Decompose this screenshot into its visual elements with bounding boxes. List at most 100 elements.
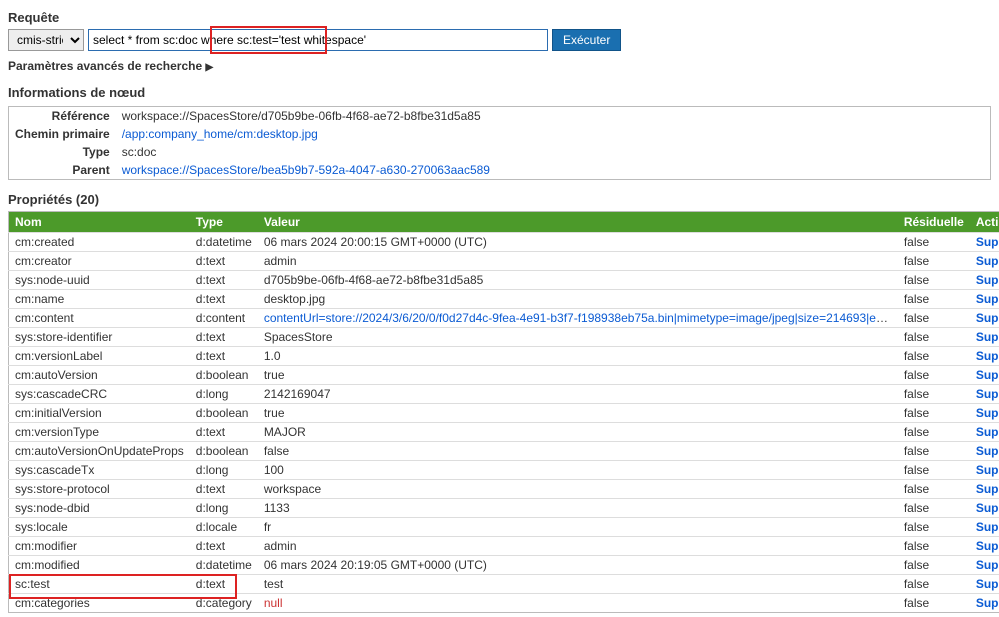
- table-row: sys:node-uuidd:textd705b9be-06fb-4f68-ae…: [9, 271, 999, 290]
- prop-action: Supprimer: [970, 347, 999, 366]
- prop-type: d:text: [190, 347, 258, 366]
- prop-residual: false: [898, 461, 970, 480]
- table-row: sc:testd:texttestfalseSupprimer: [9, 575, 999, 594]
- delete-link[interactable]: Supprimer: [976, 292, 999, 306]
- prop-action: Supprimer: [970, 499, 999, 518]
- prop-residual: false: [898, 499, 970, 518]
- col-value: Valeur: [258, 212, 898, 233]
- table-row: cm:modifierd:textadminfalseSupprimer: [9, 537, 999, 556]
- table-row: cm:versionLabeld:text1.0falseSupprimer: [9, 347, 999, 366]
- delete-link[interactable]: Supprimer: [976, 330, 999, 344]
- delete-link[interactable]: Supprimer: [976, 368, 999, 382]
- prop-name: cm:created: [9, 233, 190, 252]
- query-row: cmis-strict Exécuter: [8, 29, 991, 51]
- properties-header-row: Nom Type Valeur Résiduelle Actions: [9, 212, 999, 233]
- table-row: sys:cascadeCRCd:long2142169047falseSuppr…: [9, 385, 999, 404]
- prop-value: 06 mars 2024 20:00:15 GMT+0000 (UTC): [258, 233, 898, 252]
- delete-link[interactable]: Supprimer: [976, 444, 999, 458]
- prop-type: d:boolean: [190, 366, 258, 385]
- node-parent-link[interactable]: workspace://SpacesStore/bea5b9b7-592a-40…: [122, 163, 490, 177]
- delete-link[interactable]: Supprimer: [976, 387, 999, 401]
- prop-name: cm:initialVersion: [9, 404, 190, 423]
- prop-residual: false: [898, 271, 970, 290]
- prop-name: cm:modified: [9, 556, 190, 575]
- table-row: cm:autoVersiond:booleantruefalseSupprime…: [9, 366, 999, 385]
- delete-link[interactable]: Supprimer: [976, 406, 999, 420]
- delete-link[interactable]: Supprimer: [976, 558, 999, 572]
- prop-residual: false: [898, 594, 970, 613]
- prop-name: cm:versionType: [9, 423, 190, 442]
- prop-action: Supprimer: [970, 404, 999, 423]
- prop-residual: false: [898, 423, 970, 442]
- delete-link[interactable]: Supprimer: [976, 539, 999, 553]
- prop-value: admin: [258, 537, 898, 556]
- prop-type: d:long: [190, 499, 258, 518]
- prop-action: Supprimer: [970, 328, 999, 347]
- table-row: cm:modifiedd:datetime06 mars 2024 20:19:…: [9, 556, 999, 575]
- prop-name: sys:cascadeTx: [9, 461, 190, 480]
- prop-residual: false: [898, 309, 970, 328]
- advanced-search-label: Paramètres avancés de recherche: [8, 59, 202, 73]
- prop-residual: false: [898, 518, 970, 537]
- query-input[interactable]: [88, 29, 548, 51]
- chevron-right-icon: ▶: [205, 62, 213, 73]
- execute-button[interactable]: Exécuter: [552, 29, 621, 51]
- prop-residual: false: [898, 366, 970, 385]
- properties-title: Propriétés (20): [8, 192, 991, 207]
- table-row: cm:autoVersionOnUpdatePropsd:booleanfals…: [9, 442, 999, 461]
- prop-name: cm:creator: [9, 252, 190, 271]
- col-type: Type: [190, 212, 258, 233]
- delete-link[interactable]: Supprimer: [976, 235, 999, 249]
- prop-type: d:long: [190, 461, 258, 480]
- table-row: cm:initialVersiond:booleantruefalseSuppr…: [9, 404, 999, 423]
- prop-name: sys:store-protocol: [9, 480, 190, 499]
- prop-name: sc:test: [9, 575, 190, 594]
- prop-action: Supprimer: [970, 556, 999, 575]
- node-path-label: Chemin primaire: [9, 125, 116, 143]
- advanced-search-toggle[interactable]: Paramètres avancés de recherche ▶: [8, 59, 991, 73]
- prop-value: 1133: [258, 499, 898, 518]
- delete-link[interactable]: Supprimer: [976, 596, 999, 610]
- delete-link[interactable]: Supprimer: [976, 311, 999, 325]
- prop-type: d:content: [190, 309, 258, 328]
- delete-link[interactable]: Supprimer: [976, 463, 999, 477]
- prop-type: d:datetime: [190, 556, 258, 575]
- prop-value: fr: [258, 518, 898, 537]
- prop-action: Supprimer: [970, 442, 999, 461]
- table-row: sys:store-identifierd:textSpacesStorefal…: [9, 328, 999, 347]
- delete-link[interactable]: Supprimer: [976, 425, 999, 439]
- delete-link[interactable]: Supprimer: [976, 520, 999, 534]
- prop-type: d:text: [190, 290, 258, 309]
- prop-value: 06 mars 2024 20:19:05 GMT+0000 (UTC): [258, 556, 898, 575]
- prop-action: Supprimer: [970, 423, 999, 442]
- prop-residual: false: [898, 290, 970, 309]
- prop-name: cm:content: [9, 309, 190, 328]
- delete-link[interactable]: Supprimer: [976, 273, 999, 287]
- prop-value: desktop.jpg: [258, 290, 898, 309]
- prop-action: Supprimer: [970, 290, 999, 309]
- node-path-link[interactable]: /app:company_home/cm:desktop.jpg: [122, 127, 318, 141]
- delete-link[interactable]: Supprimer: [976, 501, 999, 515]
- prop-type: d:text: [190, 271, 258, 290]
- col-name: Nom: [9, 212, 190, 233]
- delete-link[interactable]: Supprimer: [976, 482, 999, 496]
- prop-name: sys:node-dbid: [9, 499, 190, 518]
- prop-residual: false: [898, 556, 970, 575]
- prop-value-link[interactable]: contentUrl=store://2024/3/6/20/0/f0d27d4…: [264, 311, 898, 325]
- prop-value: MAJOR: [258, 423, 898, 442]
- prop-type: d:category: [190, 594, 258, 613]
- delete-link[interactable]: Supprimer: [976, 349, 999, 363]
- prop-residual: false: [898, 575, 970, 594]
- prop-name: sys:cascadeCRC: [9, 385, 190, 404]
- table-row: cm:versionTyped:textMAJORfalseSupprimer: [9, 423, 999, 442]
- prop-name: cm:autoVersionOnUpdateProps: [9, 442, 190, 461]
- prop-value: SpacesStore: [258, 328, 898, 347]
- table-row: sys:localed:localefrfalseSupprimer: [9, 518, 999, 537]
- table-row: cm:creatord:textadminfalseSupprimer: [9, 252, 999, 271]
- prop-action: Supprimer: [970, 594, 999, 613]
- delete-link[interactable]: Supprimer: [976, 577, 999, 591]
- prop-name: cm:versionLabel: [9, 347, 190, 366]
- prop-value: null: [258, 594, 898, 613]
- query-language-select[interactable]: cmis-strict: [8, 29, 84, 51]
- delete-link[interactable]: Supprimer: [976, 254, 999, 268]
